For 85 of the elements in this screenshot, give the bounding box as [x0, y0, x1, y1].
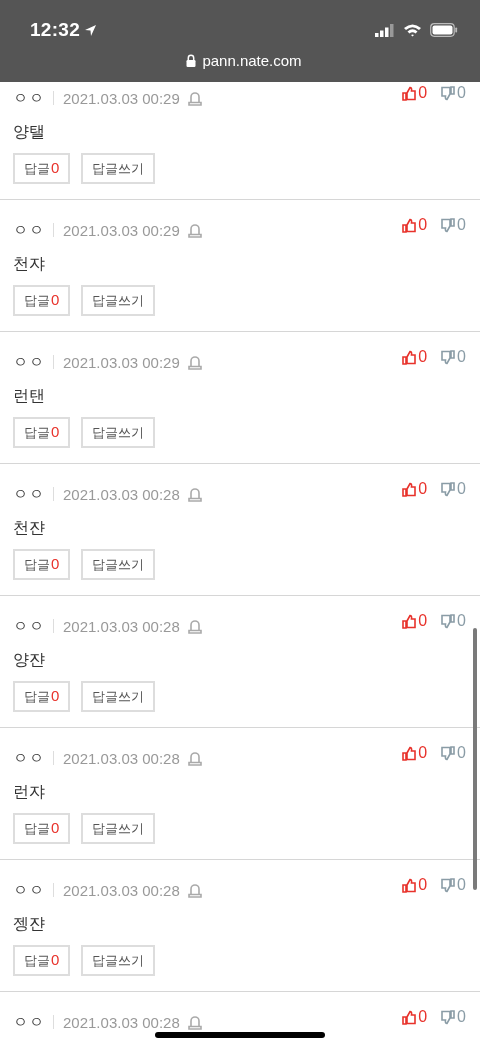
- comment-date: 2021.03.03 00:28: [63, 1013, 180, 1031]
- author-name: ㅇㅇ: [13, 484, 45, 504]
- thumbs-up-icon[interactable]: [402, 613, 417, 629]
- comment-date: 2021.03.03 00:28: [63, 617, 180, 635]
- comment-text: 천쟈: [13, 254, 46, 274]
- dislike-count: 0: [457, 612, 466, 630]
- author-name: ㅇㅇ: [13, 616, 45, 636]
- author-name: ㅇㅇ: [13, 88, 45, 108]
- siren-icon[interactable]: [187, 222, 202, 238]
- thumbs-down-icon[interactable]: [441, 1009, 456, 1025]
- author-name: ㅇㅇ: [13, 748, 45, 768]
- comment-date: 2021.03.03 00:29: [63, 353, 180, 371]
- thumbs-down-icon[interactable]: [441, 85, 456, 101]
- comment-date: 2021.03.03 00:29: [63, 89, 180, 107]
- thumbs-down-icon[interactable]: [441, 613, 456, 629]
- thumbs-up-icon[interactable]: [402, 349, 417, 365]
- clock-time: 12:32: [30, 19, 81, 41]
- write-reply-button[interactable]: 답글쓰기: [81, 285, 156, 316]
- dislike-count: 0: [457, 1008, 466, 1026]
- siren-icon[interactable]: [187, 486, 202, 502]
- comment-text: 런탠: [13, 386, 46, 406]
- dislike-count: 0: [457, 876, 466, 894]
- thumbs-down-icon[interactable]: [441, 745, 456, 761]
- location-arrow-icon: [84, 23, 98, 37]
- siren-icon[interactable]: [187, 1014, 202, 1030]
- thumbs-down-icon[interactable]: [441, 349, 456, 365]
- dislike-count: 0: [457, 744, 466, 762]
- thumbs-up-icon[interactable]: [402, 745, 417, 761]
- reply-count-button[interactable]: 답글0: [13, 285, 71, 316]
- comment-date: 2021.03.03 00:28: [63, 881, 180, 899]
- lock-icon: [186, 54, 197, 67]
- like-count: 0: [418, 876, 428, 894]
- write-reply-button[interactable]: 답글쓰기: [81, 417, 156, 448]
- siren-icon[interactable]: [187, 90, 202, 106]
- thumbs-up-icon[interactable]: [402, 217, 417, 233]
- reply-count-button[interactable]: 답글0: [13, 681, 71, 712]
- thumbs-down-icon[interactable]: [441, 481, 456, 497]
- comment-date: 2021.03.03 00:28: [63, 485, 180, 503]
- reply-count-button[interactable]: 답글0: [13, 813, 71, 844]
- thumbs-up-icon[interactable]: [402, 1009, 417, 1025]
- like-count: 0: [418, 348, 428, 366]
- dislike-count: 0: [457, 216, 466, 234]
- write-reply-button[interactable]: 답글쓰기: [81, 153, 156, 184]
- like-count: 0: [418, 216, 428, 234]
- url-text[interactable]: pann.nate.com: [202, 52, 302, 69]
- author-name: ㅇㅇ: [13, 1012, 45, 1032]
- wifi-icon: [403, 23, 422, 37]
- siren-icon[interactable]: [187, 618, 202, 634]
- thumbs-up-icon[interactable]: [402, 85, 417, 101]
- comment-date: 2021.03.03 00:29: [63, 221, 180, 239]
- like-count: 0: [418, 744, 428, 762]
- comment-text: 런쟈: [13, 782, 46, 802]
- thumbs-up-icon[interactable]: [402, 877, 417, 893]
- reply-count-button[interactable]: 답글0: [13, 417, 71, 448]
- reply-count-button[interactable]: 답글0: [13, 549, 71, 580]
- scroll-bar[interactable]: [473, 628, 477, 890]
- dislike-count: 0: [457, 480, 466, 498]
- dislike-count: 0: [457, 84, 466, 102]
- reply-count-button[interactable]: 답글0: [13, 153, 71, 184]
- thumbs-down-icon[interactable]: [441, 877, 456, 893]
- comment-text: 양탤: [13, 122, 46, 142]
- thumbs-up-icon[interactable]: [402, 481, 417, 497]
- comment-text: 양쟌: [13, 650, 46, 670]
- siren-icon[interactable]: [187, 750, 202, 766]
- reply-count-button[interactable]: 답글0: [13, 945, 71, 976]
- author-name: ㅇㅇ: [13, 220, 45, 240]
- siren-icon[interactable]: [187, 882, 202, 898]
- signal-icon: [375, 23, 395, 37]
- like-count: 0: [418, 480, 428, 498]
- dislike-count: 0: [457, 348, 466, 366]
- comment-text: 천쟌: [13, 518, 46, 538]
- siren-icon[interactable]: [187, 354, 202, 370]
- like-count: 0: [418, 612, 428, 630]
- like-count: 0: [418, 84, 428, 102]
- write-reply-button[interactable]: 답글쓰기: [81, 549, 156, 580]
- comment-date: 2021.03.03 00:28: [63, 749, 180, 767]
- like-count: 0: [418, 1008, 428, 1026]
- write-reply-button[interactable]: 답글쓰기: [81, 945, 156, 976]
- thumbs-down-icon[interactable]: [441, 217, 456, 233]
- comment-text: 젱쟌: [13, 914, 46, 934]
- author-name: ㅇㅇ: [13, 880, 45, 900]
- write-reply-button[interactable]: 답글쓰기: [81, 813, 156, 844]
- author-name: ㅇㅇ: [13, 352, 45, 372]
- battery-icon: [430, 23, 458, 37]
- write-reply-button[interactable]: 답글쓰기: [81, 681, 156, 712]
